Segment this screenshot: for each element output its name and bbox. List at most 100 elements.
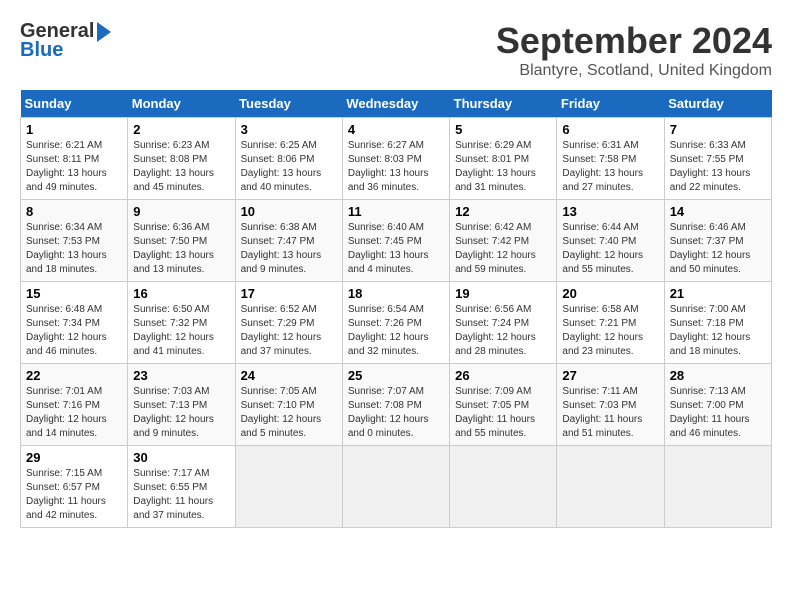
- day-number: 26: [455, 368, 551, 383]
- calendar-week-5: 29 Sunrise: 7:15 AM Sunset: 6:57 PM Dayli…: [21, 446, 772, 528]
- calendar-cell: 3 Sunrise: 6:25 AM Sunset: 8:06 PM Daylig…: [235, 118, 342, 200]
- calendar-header: SundayMondayTuesdayWednesdayThursdayFrid…: [21, 90, 772, 118]
- header-cell-sunday: Sunday: [21, 90, 128, 118]
- day-number: 11: [348, 204, 444, 219]
- calendar-body: 1 Sunrise: 6:21 AM Sunset: 8:11 PM Daylig…: [21, 118, 772, 528]
- calendar-week-4: 22Sunrise: 7:01 AM Sunset: 7:16 PM Dayli…: [21, 364, 772, 446]
- header-cell-thursday: Thursday: [450, 90, 557, 118]
- calendar-cell: 15Sunrise: 6:48 AM Sunset: 7:34 PM Dayli…: [21, 282, 128, 364]
- day-info: Sunrise: 6:44 AM Sunset: 7:40 PM Dayligh…: [562, 221, 658, 277]
- calendar-cell: [664, 446, 771, 528]
- calendar-cell: 10 Sunrise: 6:38 AM Sunset: 7:47 PM Dayli…: [235, 200, 342, 282]
- day-info: Sunrise: 7:13 AM Sunset: 7:00 PM Dayligh…: [670, 385, 766, 441]
- day-info: Sunrise: 6:38 AM Sunset: 7:47 PM Dayligh…: [241, 221, 337, 277]
- calendar-week-3: 15Sunrise: 6:48 AM Sunset: 7:34 PM Dayli…: [21, 282, 772, 364]
- calendar-cell: 4 Sunrise: 6:27 AM Sunset: 8:03 PM Daylig…: [342, 118, 449, 200]
- day-number: 25: [348, 368, 444, 383]
- day-info: Sunrise: 7:15 AM Sunset: 6:57 PM Dayligh…: [26, 467, 122, 523]
- calendar-cell: 25 Sunrise: 7:07 AM Sunset: 7:08 PM Dayli…: [342, 364, 449, 446]
- day-info: Sunrise: 7:01 AM Sunset: 7:16 PM Dayligh…: [26, 385, 122, 441]
- day-info: Sunrise: 6:21 AM Sunset: 8:11 PM Dayligh…: [26, 139, 122, 195]
- calendar-cell: 1 Sunrise: 6:21 AM Sunset: 8:11 PM Daylig…: [21, 118, 128, 200]
- day-info: Sunrise: 7:09 AM Sunset: 7:05 PM Dayligh…: [455, 385, 551, 441]
- calendar-week-2: 8 Sunrise: 6:34 AM Sunset: 7:53 PM Daylig…: [21, 200, 772, 282]
- header-row: SundayMondayTuesdayWednesdayThursdayFrid…: [21, 90, 772, 118]
- day-number: 3: [241, 122, 337, 137]
- header-cell-friday: Friday: [557, 90, 664, 118]
- day-info: Sunrise: 6:27 AM Sunset: 8:03 PM Dayligh…: [348, 139, 444, 195]
- day-number: 29: [26, 450, 122, 465]
- day-info: Sunrise: 6:33 AM Sunset: 7:55 PM Dayligh…: [670, 139, 766, 195]
- day-info: Sunrise: 6:56 AM Sunset: 7:24 PM Dayligh…: [455, 303, 551, 359]
- day-number: 12: [455, 204, 551, 219]
- calendar-cell: 16Sunrise: 6:50 AM Sunset: 7:32 PM Dayli…: [128, 282, 235, 364]
- day-info: Sunrise: 7:07 AM Sunset: 7:08 PM Dayligh…: [348, 385, 444, 441]
- calendar-cell: 20 Sunrise: 6:58 AM Sunset: 7:21 PM Dayli…: [557, 282, 664, 364]
- calendar-cell: 30 Sunrise: 7:17 AM Sunset: 6:55 PM Dayli…: [128, 446, 235, 528]
- calendar-cell: [342, 446, 449, 528]
- day-number: 13: [562, 204, 658, 219]
- day-info: Sunrise: 7:17 AM Sunset: 6:55 PM Dayligh…: [133, 467, 229, 523]
- title-area: September 2024 Blantyre, Scotland, Unite…: [496, 20, 772, 80]
- calendar-cell: 8 Sunrise: 6:34 AM Sunset: 7:53 PM Daylig…: [21, 200, 128, 282]
- header-cell-tuesday: Tuesday: [235, 90, 342, 118]
- day-number: 1: [26, 122, 122, 137]
- calendar-cell: 28 Sunrise: 7:13 AM Sunset: 7:00 PM Dayli…: [664, 364, 771, 446]
- day-number: 20: [562, 286, 658, 301]
- calendar-cell: 22Sunrise: 7:01 AM Sunset: 7:16 PM Dayli…: [21, 364, 128, 446]
- calendar-cell: 11 Sunrise: 6:40 AM Sunset: 7:45 PM Dayli…: [342, 200, 449, 282]
- day-info: Sunrise: 7:00 AM Sunset: 7:18 PM Dayligh…: [670, 303, 766, 359]
- day-info: Sunrise: 6:29 AM Sunset: 8:01 PM Dayligh…: [455, 139, 551, 195]
- page-header: General Blue September 2024 Blantyre, Sc…: [20, 20, 772, 80]
- logo-blue-text: Blue: [20, 39, 63, 62]
- day-info: Sunrise: 6:34 AM Sunset: 7:53 PM Dayligh…: [26, 221, 122, 277]
- calendar-cell: 23Sunrise: 7:03 AM Sunset: 7:13 PM Dayli…: [128, 364, 235, 446]
- calendar-cell: 24 Sunrise: 7:05 AM Sunset: 7:10 PM Dayli…: [235, 364, 342, 446]
- day-number: 24: [241, 368, 337, 383]
- day-number: 28: [670, 368, 766, 383]
- day-number: 8: [26, 204, 122, 219]
- day-number: 18: [348, 286, 444, 301]
- calendar-cell: 9Sunrise: 6:36 AM Sunset: 7:50 PM Daylig…: [128, 200, 235, 282]
- header-cell-monday: Monday: [128, 90, 235, 118]
- calendar-cell: 7 Sunrise: 6:33 AM Sunset: 7:55 PM Daylig…: [664, 118, 771, 200]
- day-info: Sunrise: 6:42 AM Sunset: 7:42 PM Dayligh…: [455, 221, 551, 277]
- day-number: 10: [241, 204, 337, 219]
- location: Blantyre, Scotland, United Kingdom: [496, 62, 772, 80]
- day-number: 17: [241, 286, 337, 301]
- day-info: Sunrise: 6:40 AM Sunset: 7:45 PM Dayligh…: [348, 221, 444, 277]
- day-info: Sunrise: 7:11 AM Sunset: 7:03 PM Dayligh…: [562, 385, 658, 441]
- logo-arrow-icon: [97, 22, 111, 42]
- month-title: September 2024: [496, 20, 772, 62]
- day-info: Sunrise: 6:36 AM Sunset: 7:50 PM Dayligh…: [133, 221, 229, 277]
- calendar-cell: [450, 446, 557, 528]
- header-cell-wednesday: Wednesday: [342, 90, 449, 118]
- calendar-cell: 17 Sunrise: 6:52 AM Sunset: 7:29 PM Dayli…: [235, 282, 342, 364]
- day-info: Sunrise: 6:50 AM Sunset: 7:32 PM Dayligh…: [133, 303, 229, 359]
- day-info: Sunrise: 7:05 AM Sunset: 7:10 PM Dayligh…: [241, 385, 337, 441]
- calendar-cell: 29 Sunrise: 7:15 AM Sunset: 6:57 PM Dayli…: [21, 446, 128, 528]
- calendar-cell: 14Sunrise: 6:46 AM Sunset: 7:37 PM Dayli…: [664, 200, 771, 282]
- header-cell-saturday: Saturday: [664, 90, 771, 118]
- day-info: Sunrise: 6:31 AM Sunset: 7:58 PM Dayligh…: [562, 139, 658, 195]
- day-info: Sunrise: 6:58 AM Sunset: 7:21 PM Dayligh…: [562, 303, 658, 359]
- calendar-cell: 6Sunrise: 6:31 AM Sunset: 7:58 PM Daylig…: [557, 118, 664, 200]
- calendar-cell: 18Sunrise: 6:54 AM Sunset: 7:26 PM Dayli…: [342, 282, 449, 364]
- calendar-cell: 2Sunrise: 6:23 AM Sunset: 8:08 PM Daylig…: [128, 118, 235, 200]
- calendar-cell: 13 Sunrise: 6:44 AM Sunset: 7:40 PM Dayli…: [557, 200, 664, 282]
- day-number: 7: [670, 122, 766, 137]
- calendar-cell: 5Sunrise: 6:29 AM Sunset: 8:01 PM Daylig…: [450, 118, 557, 200]
- day-number: 14: [670, 204, 766, 219]
- calendar-cell: 19 Sunrise: 6:56 AM Sunset: 7:24 PM Dayli…: [450, 282, 557, 364]
- calendar-cell: 21 Sunrise: 7:00 AM Sunset: 7:18 PM Dayli…: [664, 282, 771, 364]
- calendar-table: SundayMondayTuesdayWednesdayThursdayFrid…: [20, 90, 772, 528]
- calendar-cell: [235, 446, 342, 528]
- day-info: Sunrise: 6:52 AM Sunset: 7:29 PM Dayligh…: [241, 303, 337, 359]
- calendar-cell: [557, 446, 664, 528]
- day-info: Sunrise: 6:25 AM Sunset: 8:06 PM Dayligh…: [241, 139, 337, 195]
- day-info: Sunrise: 7:03 AM Sunset: 7:13 PM Dayligh…: [133, 385, 229, 441]
- day-number: 21: [670, 286, 766, 301]
- day-number: 19: [455, 286, 551, 301]
- day-number: 30: [133, 450, 229, 465]
- day-number: 4: [348, 122, 444, 137]
